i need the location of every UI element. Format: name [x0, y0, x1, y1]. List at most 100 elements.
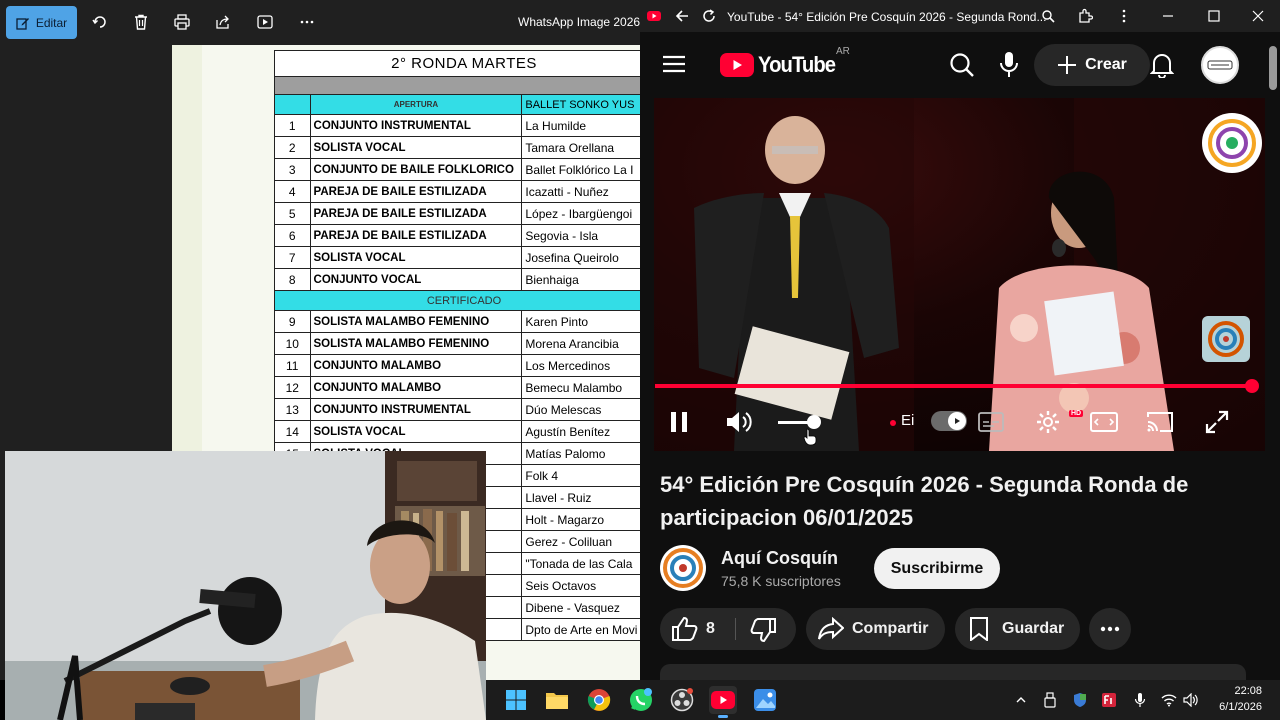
system-clock[interactable]: 22:08 6/1/2026	[1202, 683, 1262, 715]
taskbar: 22:08 6/1/2026	[486, 680, 1280, 720]
minimize-icon[interactable]	[1160, 8, 1176, 24]
browser-window: YouTube - 54° Edición Pre Cosquín 2026 -…	[640, 0, 1280, 680]
edit-button[interactable]: Editar	[6, 6, 77, 39]
row-category: SOLISTA VOCAL	[309, 246, 523, 269]
row-number: 4	[274, 180, 311, 203]
reload-icon[interactable]	[701, 8, 717, 24]
row-performer: Bienhaiga	[521, 268, 640, 291]
cast-icon[interactable]	[1145, 408, 1175, 436]
obs-icon[interactable]	[668, 686, 696, 714]
progress-bar[interactable]	[655, 384, 1253, 388]
whatsapp-icon[interactable]	[627, 686, 655, 714]
row-number: 3	[274, 158, 311, 181]
fullscreen-icon[interactable]	[1202, 408, 1232, 436]
row-performer: Karen Pinto	[521, 310, 640, 333]
security-shield-icon[interactable]	[1072, 692, 1088, 708]
row-number: 13	[274, 398, 311, 421]
like-icon[interactable]	[672, 616, 698, 646]
show-hidden-icons-chevron-icon[interactable]	[1013, 692, 1029, 708]
wifi-icon[interactable]	[1161, 692, 1177, 708]
row-category: CONJUNTO DE BAILE FOLKLORICO	[309, 158, 523, 181]
share-icon[interactable]	[214, 13, 232, 31]
table-gray-row	[274, 76, 640, 95]
row-performer: Icazatti - Nuñez	[521, 180, 640, 203]
row-performer: Gerez - Coliluan	[521, 530, 640, 553]
microphone-icon[interactable]	[1132, 692, 1148, 708]
row-performer: Holt - Magarzo	[521, 508, 640, 531]
print-icon[interactable]	[173, 13, 191, 31]
table-row: 12 CONJUNTO MALAMBO Bemecu Malambo	[274, 376, 640, 399]
youtube-taskbar-icon[interactable]	[709, 686, 737, 718]
subtitles-icon[interactable]	[976, 408, 1006, 436]
row-performer: La Humilde	[521, 114, 640, 137]
festival-logo	[1202, 113, 1262, 173]
settings-gear-icon[interactable]	[1033, 408, 1063, 436]
close-icon[interactable]	[1250, 8, 1266, 24]
create-button[interactable]: Crear	[1034, 44, 1150, 86]
youtube-play-logo-icon	[720, 53, 754, 77]
channel-avatar[interactable]	[660, 545, 706, 591]
dislike-icon[interactable]	[750, 618, 776, 647]
page-scrollbar[interactable]	[1266, 32, 1280, 680]
progress-scrubber[interactable]	[1245, 379, 1259, 393]
channel-watermark[interactable]	[1202, 316, 1250, 362]
voice-search-icon[interactable]	[999, 51, 1019, 84]
notifications-bell-icon[interactable]	[1149, 52, 1175, 83]
theater-mode-icon[interactable]	[1089, 408, 1119, 436]
search-icon[interactable]	[949, 52, 975, 83]
more-options-icon[interactable]	[298, 13, 316, 31]
browser-tab-title: YouTube - 54° Edición Pre Cosquín 2026 -…	[727, 10, 1047, 24]
table-row: 14 SOLISTA VOCAL Agustín Benítez	[274, 420, 640, 443]
back-arrow-icon[interactable]	[674, 8, 690, 24]
photos-app-icon[interactable]	[751, 686, 779, 714]
edit-icon	[16, 17, 29, 30]
row-number: 14	[274, 420, 311, 443]
rotate-icon[interactable]	[91, 13, 109, 31]
pause-icon[interactable]	[668, 408, 690, 436]
zoom-icon[interactable]	[1040, 8, 1056, 24]
hamburger-menu-icon[interactable]	[662, 54, 686, 79]
save-button[interactable]: Guardar	[955, 608, 1080, 650]
account-avatar[interactable]	[1201, 46, 1239, 84]
row-performer: Ballet Folklórico La I	[521, 158, 640, 181]
slideshow-icon[interactable]	[256, 13, 274, 31]
table-row: 11 CONJUNTO MALAMBO Los Mercedinos	[274, 354, 640, 377]
windows-start-icon[interactable]	[502, 686, 530, 714]
row-performer: "Tonada de las Cala	[521, 552, 640, 575]
row-number: 8	[274, 268, 311, 291]
maximize-icon[interactable]	[1206, 8, 1222, 24]
chrome-icon[interactable]	[585, 686, 613, 714]
volume-slider-knob[interactable]	[807, 415, 821, 429]
row-category: PAREJA DE BAILE ESTILIZADA	[309, 202, 523, 225]
row-number: 6	[274, 224, 311, 247]
table-row: 5 PAREJA DE BAILE ESTILIZADA López - Ibarg…	[274, 202, 640, 225]
table-row: 8 CONJUNTO VOCAL Bienhaiga	[274, 268, 640, 291]
row-category: SOLISTA MALAMBO FEMENINO	[309, 310, 523, 333]
browser-menu-icon[interactable]	[1116, 8, 1132, 24]
usb-device-icon[interactable]	[1042, 692, 1058, 708]
live-label[interactable]: Ei	[901, 412, 914, 429]
table-row: 9 SOLISTA MALAMBO FEMENINO Karen Pinto	[274, 310, 640, 333]
scrollbar-thumb[interactable]	[1269, 46, 1277, 90]
row-performer: López - Ibargüengoi	[521, 202, 640, 225]
more-actions-button[interactable]	[1089, 608, 1131, 650]
autoplay-toggle[interactable]	[931, 411, 967, 431]
speaker-icon[interactable]	[1183, 692, 1199, 708]
app-tray-icon[interactable]	[1101, 692, 1117, 708]
row-performer: Dúo Melescas	[521, 398, 640, 421]
row-performer: Folk 4	[521, 464, 640, 487]
opening-label: APERTURA	[309, 94, 523, 115]
video-player[interactable]: Ei HD	[654, 98, 1265, 451]
youtube-logo[interactable]: YouTube AR	[720, 46, 850, 78]
video-title: 54° Edición Pre Cosquín 2026 - Segunda R…	[660, 472, 1189, 530]
subscribe-button[interactable]: Suscribirme	[874, 548, 1000, 589]
description-box[interactable]	[660, 664, 1246, 680]
file-explorer-icon[interactable]	[543, 686, 571, 714]
channel-name[interactable]: Aquí Cosquín	[721, 548, 838, 569]
volume-icon[interactable]	[724, 408, 754, 436]
extensions-icon[interactable]	[1077, 8, 1093, 24]
desktop: Editar WhatsApp Image 2026-0 2° RONDA MA…	[0, 0, 1280, 720]
delete-icon[interactable]	[132, 13, 150, 31]
share-button[interactable]: Compartir	[806, 608, 945, 650]
browser-titlebar: YouTube - 54° Edición Pre Cosquín 2026 -…	[640, 0, 1280, 32]
